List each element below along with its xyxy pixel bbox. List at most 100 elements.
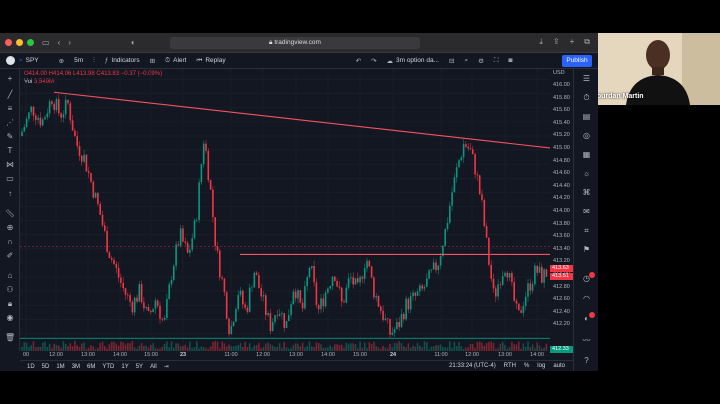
- candle-body: [278, 313, 281, 316]
- range-button-1d[interactable]: 1D: [27, 364, 35, 370]
- search-icon[interactable]: ⌕: [464, 57, 468, 65]
- tab-overview-icon[interactable]: ⧉: [584, 37, 590, 47]
- candle-body: [163, 317, 166, 320]
- fib-tool-icon[interactable]: ⋰: [5, 118, 15, 128]
- user-avatar[interactable]: [6, 56, 15, 65]
- brush-tool-icon[interactable]: ✎: [5, 132, 15, 142]
- publish-button[interactable]: Publish: [562, 55, 592, 67]
- volume-bar: [297, 343, 299, 351]
- watchlist-icon[interactable]: ☰: [581, 73, 592, 84]
- alert-button[interactable]: Alert: [173, 57, 186, 64]
- text-tool-icon[interactable]: T: [5, 146, 15, 156]
- eye-icon[interactable]: ◉: [5, 313, 15, 323]
- share-icon[interactable]: ⇪: [553, 37, 560, 47]
- chats-icon[interactable]: ✉: [581, 206, 592, 217]
- price-label: 412.60: [553, 296, 570, 303]
- cloud-icon[interactable]: ☁︎: [386, 57, 393, 65]
- camera-icon[interactable]: ◙: [508, 57, 512, 64]
- range-button-1y[interactable]: 1Y: [121, 364, 128, 370]
- range-button-3m[interactable]: 3M: [72, 364, 80, 370]
- stay-drawing-icon[interactable]: ✐: [5, 251, 15, 261]
- cursor-icon[interactable]: ↑: [5, 189, 15, 199]
- lock-drawings-icon[interactable]: ⌂: [5, 271, 15, 281]
- calendar-icon[interactable]: ▦: [581, 149, 592, 160]
- candle-body: [340, 287, 343, 302]
- products-icon[interactable]: ⚑: [581, 244, 592, 255]
- candle-body: [258, 275, 260, 289]
- trash-icon[interactable]: 🗑︎: [5, 333, 15, 343]
- indicators-icon[interactable]: ƒ: [105, 57, 109, 64]
- measure-tool-icon[interactable]: ▭: [5, 174, 15, 184]
- range-button-ytd[interactable]: YTD: [102, 364, 114, 370]
- compare-add-icon[interactable]: ⊕: [59, 57, 64, 65]
- magnet-icon[interactable]: ∩: [5, 237, 15, 247]
- alert-icon[interactable]: ⏰︎: [165, 57, 170, 65]
- hotlists-icon[interactable]: ◎: [581, 130, 592, 141]
- symbol-search-icon[interactable]: ⌕: [19, 57, 23, 65]
- price-chart[interactable]: [20, 69, 550, 351]
- auto-toggle[interactable]: auto: [553, 363, 565, 369]
- time-axis[interactable]: 00 12:00 13:00 14:00 15:00 23 11:00 12:00 13:00 1…: [20, 351, 550, 360]
- download-icon[interactable]: ⤓: [539, 37, 543, 47]
- volume-bar: [239, 343, 242, 351]
- candle-body: [375, 295, 377, 298]
- pulse-icon[interactable]: 〰: [581, 335, 592, 346]
- undo-icon[interactable]: ↶: [356, 57, 361, 65]
- help-icon[interactable]: ?: [581, 355, 592, 366]
- range-button-1m[interactable]: 1M: [56, 364, 64, 370]
- chart-type-icon[interactable]: ⫶: [93, 57, 95, 65]
- candle-body: [545, 269, 548, 277]
- close-window-button[interactable]: [5, 39, 12, 46]
- sidebar-toggle-icon[interactable]: ▭: [42, 38, 50, 47]
- maximize-window-button[interactable]: [27, 39, 34, 46]
- trendline-tool-icon[interactable]: ╱: [5, 90, 15, 100]
- lock-icon[interactable]: 🔒︎: [5, 299, 15, 309]
- log-toggle[interactable]: log: [537, 363, 545, 369]
- alerts-clock-icon[interactable]: ⏱︎: [581, 92, 592, 103]
- volume-bar: [396, 343, 398, 351]
- replay-icon[interactable]: ⏮︎: [196, 57, 202, 65]
- layout-grid-icon[interactable]: ⊟: [449, 57, 454, 65]
- broadcast-icon[interactable]: ◠: [581, 293, 592, 304]
- price-label: 413.80: [553, 220, 570, 227]
- back-icon[interactable]: ‹: [58, 38, 61, 47]
- redo-icon[interactable]: ↷: [371, 57, 376, 65]
- session-toggle[interactable]: RTH: [504, 363, 516, 369]
- interval-button[interactable]: 5m: [74, 57, 83, 64]
- price-axis[interactable]: USD 416.00 415.80 415.60 415.40 415.20 415.00…: [550, 69, 573, 353]
- minimize-window-button[interactable]: [16, 39, 23, 46]
- address-bar[interactable]: 🔒︎ tradingview.com: [170, 37, 420, 49]
- data-window-icon[interactable]: ▤: [581, 111, 592, 122]
- ideas-icon[interactable]: ☼: [581, 168, 592, 179]
- percent-toggle[interactable]: %: [524, 363, 529, 369]
- pattern-tool-icon[interactable]: ⋈: [5, 160, 15, 170]
- fullscreen-icon[interactable]: ⛶: [494, 57, 499, 65]
- candle-body: [414, 292, 417, 296]
- volume-bar: [536, 342, 538, 351]
- range-button-5d[interactable]: 5D: [42, 364, 50, 370]
- templates-icon[interactable]: ⊞: [150, 57, 155, 65]
- candle-body: [69, 103, 72, 121]
- hide-drawings-icon[interactable]: ⚇: [5, 285, 15, 295]
- privacy-shield-icon[interactable]: ◐: [131, 38, 136, 47]
- crosshair-icon[interactable]: +: [5, 74, 15, 84]
- forward-icon[interactable]: ›: [68, 38, 71, 47]
- symbol-button[interactable]: SPY: [26, 57, 39, 64]
- zoom-in-icon[interactable]: ⊕: [5, 223, 15, 233]
- new-tab-icon[interactable]: +: [570, 37, 575, 47]
- ruler-icon[interactable]: 📏︎: [5, 209, 15, 219]
- replay-button[interactable]: Replay: [205, 57, 225, 64]
- range-button-6m[interactable]: 6M: [87, 364, 95, 370]
- settings-gear-icon[interactable]: ⚙︎: [478, 57, 484, 65]
- indicators-button[interactable]: Indicators: [111, 57, 139, 64]
- range-button-all[interactable]: All: [150, 364, 157, 370]
- candle-body: [104, 225, 106, 231]
- horizontal-line-tool-icon[interactable]: ≡: [5, 104, 15, 114]
- candle-body: [400, 313, 403, 328]
- clock-label[interactable]: 21:33:24 (UTC-4): [449, 363, 496, 369]
- goto-date-icon[interactable]: ⇥: [164, 363, 169, 370]
- streams-icon[interactable]: ⌘: [581, 187, 592, 198]
- range-button-5y[interactable]: 5Y: [136, 364, 143, 370]
- layout-name-button[interactable]: 3m option da...: [396, 57, 439, 64]
- dom-icon[interactable]: ⌗: [581, 225, 592, 236]
